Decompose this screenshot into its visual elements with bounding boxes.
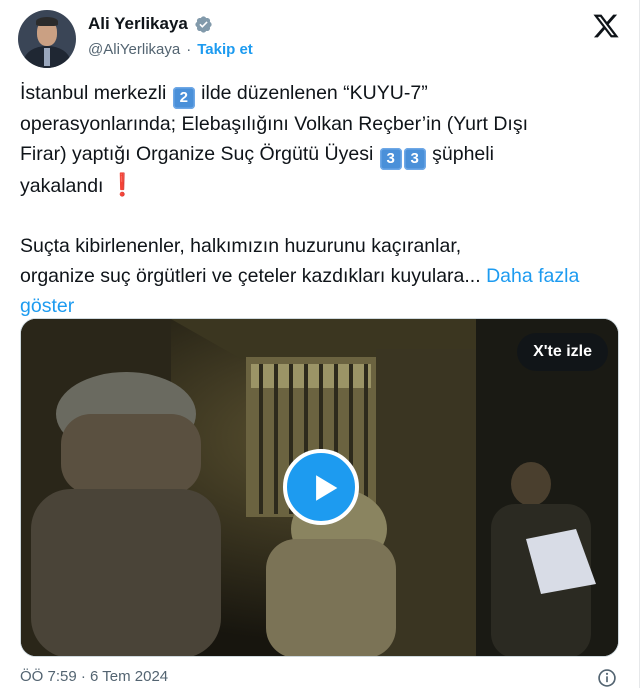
tweet-line: organize suç örgütleri ve çeteler kazdık… xyxy=(20,261,620,321)
video-player[interactable]: X'te izle xyxy=(20,318,619,657)
play-icon xyxy=(316,475,338,501)
info-icon[interactable] xyxy=(597,668,617,688)
follow-button[interactable]: Takip et xyxy=(197,41,253,58)
text-segment: Firar) yaptığı Organize Suç Örgütü Üyesi xyxy=(20,143,379,165)
avatar-tie xyxy=(44,48,50,66)
avatar-hair xyxy=(36,17,58,26)
author-handle[interactable]: @AliYerlikaya xyxy=(88,41,180,58)
author-name[interactable]: Ali Yerlikaya xyxy=(88,14,188,34)
text-segment: ilde düzenlenen “KUYU-7” xyxy=(195,82,428,104)
text-segment: organize suç örgütleri ve çeteler kazdık… xyxy=(20,265,487,287)
text-segment: şüpheli xyxy=(426,143,494,165)
tweet-text: İstanbul merkezli 2 ilde düzenlenen “KUY… xyxy=(20,78,620,321)
tweet-line: İstanbul merkezli 2 ilde düzenlenen “KUY… xyxy=(20,78,620,109)
x-logo-icon[interactable] xyxy=(592,12,620,40)
author-avatar[interactable] xyxy=(18,10,76,68)
tweet-line: Suçta kibirlenenler, halkımızın huzurunu… xyxy=(20,235,462,257)
play-button[interactable] xyxy=(283,449,359,525)
author-name-row: Ali Yerlikaya xyxy=(88,14,213,34)
tweet-timestamp[interactable]: ÖÖ 7:59 · 6 Tem 2024 xyxy=(20,668,168,685)
separator-dot: · xyxy=(186,41,192,58)
tweet-line: yakalandı ❗ xyxy=(20,170,620,201)
tweet-line: operasyonlarında; Elebaşılığını Volkan R… xyxy=(20,113,528,135)
keycap-emoji: 2 xyxy=(172,87,195,109)
keycap-emoji: 3 xyxy=(379,148,402,170)
watch-on-x-button[interactable]: X'te izle xyxy=(517,333,608,371)
tweet-line: Firar) yaptığı Organize Suç Örgütü Üyesi… xyxy=(20,139,620,170)
tweet-card: Ali Yerlikaya @AliYerlikaya · Takip et İ… xyxy=(0,0,640,688)
author-handle-row: @AliYerlikaya · Takip et xyxy=(88,41,253,58)
exclamation-emoji: ❗ xyxy=(108,172,137,197)
text-segment: İstanbul merkezli xyxy=(20,82,172,104)
verified-badge-icon xyxy=(195,15,212,33)
text-segment: yakalandı xyxy=(20,175,109,197)
keycap-emoji: 3 xyxy=(403,148,426,170)
